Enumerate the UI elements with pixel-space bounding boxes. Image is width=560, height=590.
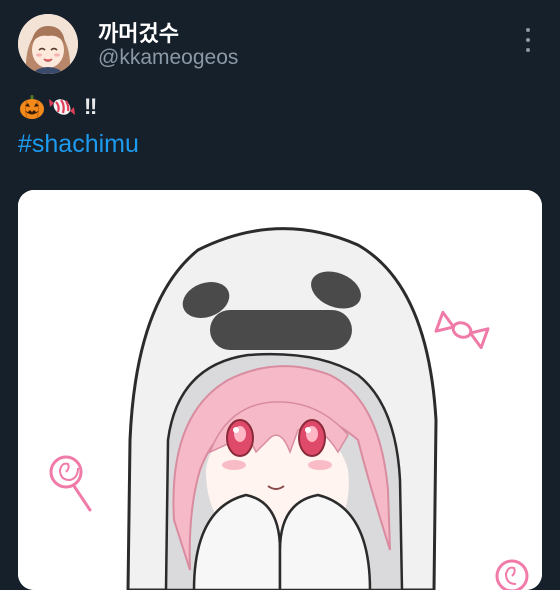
tweet-text: ‼ bbox=[18, 92, 97, 122]
more-options-icon[interactable] bbox=[518, 28, 538, 52]
author-handle[interactable]: @kkameogeos bbox=[98, 46, 238, 70]
tweet-exclaim: ‼ bbox=[84, 94, 98, 119]
tweet-media-image[interactable] bbox=[18, 190, 542, 590]
author-display-name[interactable]: 까머겄수 bbox=[98, 16, 179, 48]
candy-emoji bbox=[48, 93, 76, 121]
hashtag-link[interactable]: #shachimu bbox=[18, 130, 139, 159]
avatar[interactable] bbox=[18, 14, 78, 74]
jack-o-lantern-emoji bbox=[18, 93, 46, 121]
